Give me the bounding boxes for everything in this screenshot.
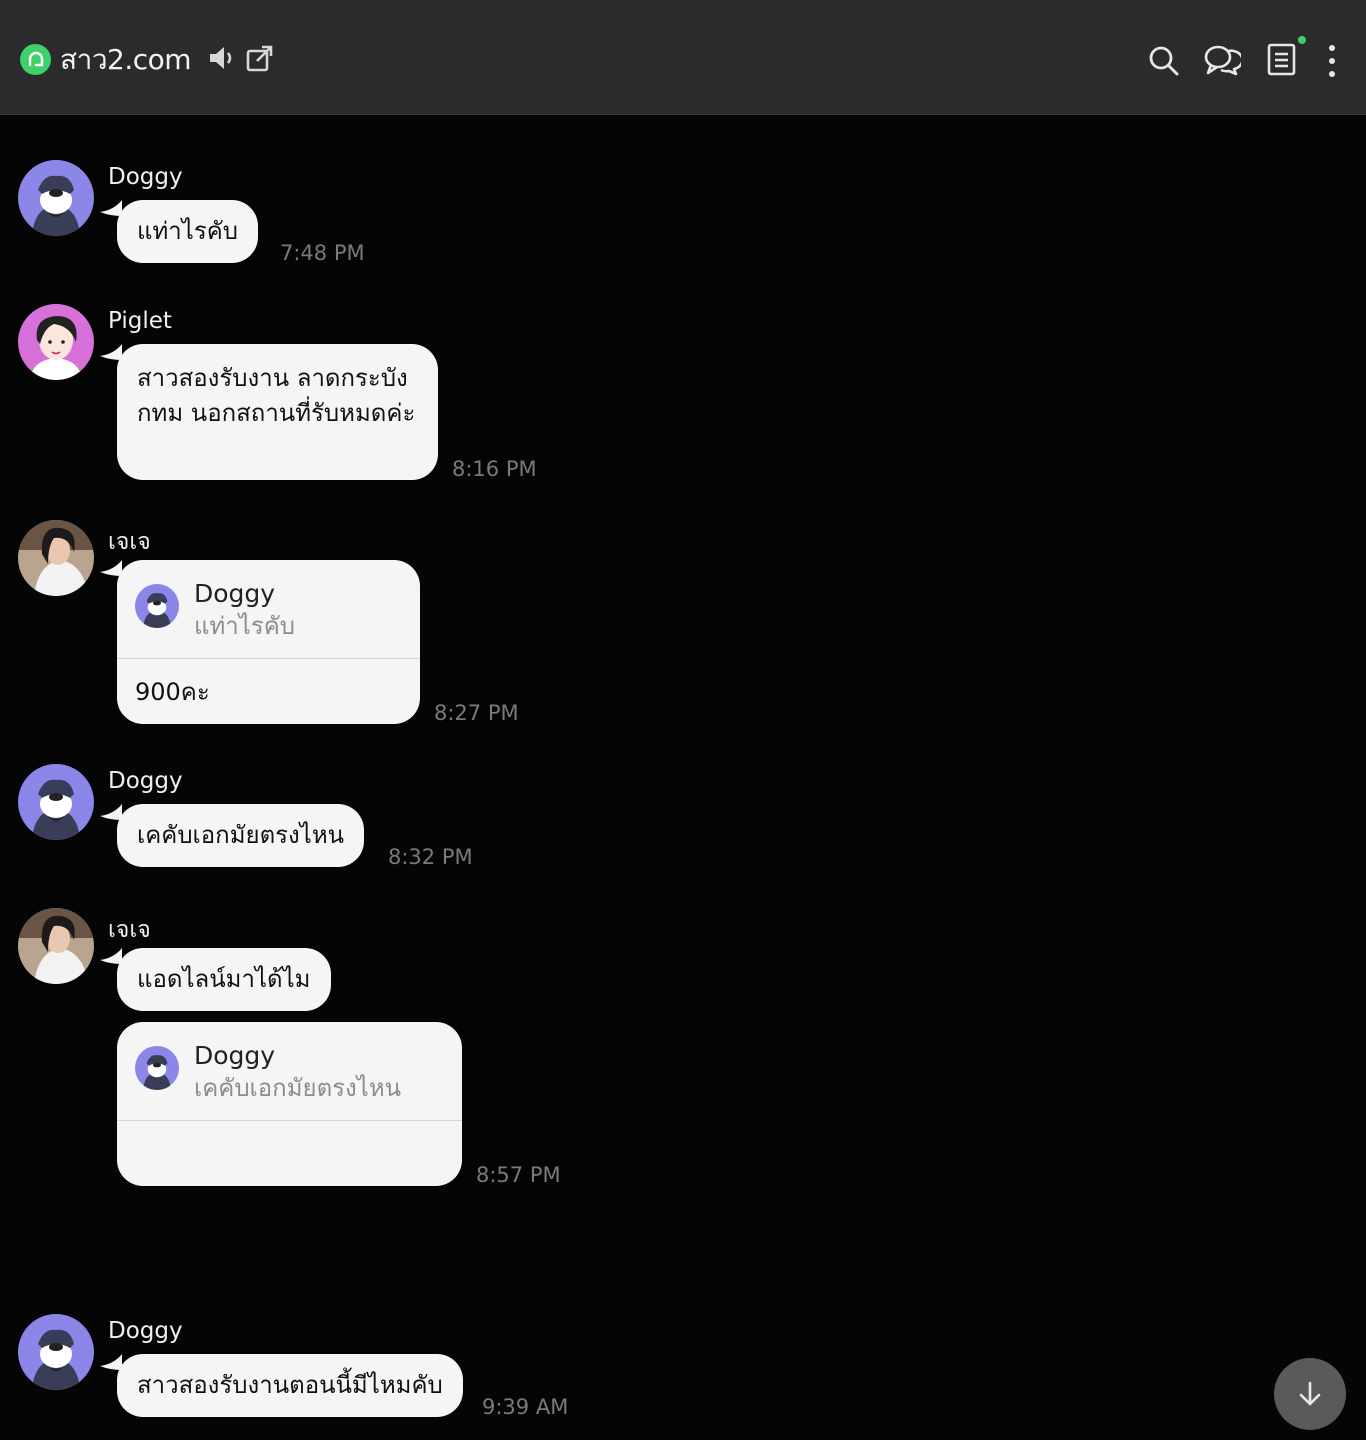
sender-name: เจเจ <box>108 917 151 943</box>
avatar[interactable] <box>18 520 94 596</box>
reply-bubble[interactable]: Doggy แท่าไรคับ 900คะ <box>117 560 420 724</box>
message-time: 8:27 PM <box>434 701 519 725</box>
quoted-text: แท่าไรคับ <box>194 612 296 640</box>
room-title[interactable]: สาว2.com <box>60 38 192 82</box>
chat-header: สาว2.com <box>0 0 1366 115</box>
sender-name: Doggy <box>108 1318 183 1344</box>
dog-avatar-icon <box>18 160 94 236</box>
dog-avatar-icon <box>18 764 94 840</box>
quoted-text: เคคับเอกมัยตรงไหน <box>194 1074 402 1102</box>
notes-icon[interactable] <box>1266 33 1306 81</box>
quoted-sender: Doggy <box>194 579 276 608</box>
avatar[interactable] <box>18 160 94 236</box>
mute-icon[interactable] <box>207 44 235 76</box>
avatar[interactable] <box>18 908 94 984</box>
avatar[interactable] <box>18 304 94 380</box>
scroll-to-bottom-button[interactable] <box>1274 1358 1346 1430</box>
photo-avatar-icon <box>18 520 94 596</box>
sender-name: Piglet <box>108 308 172 334</box>
message-text: 900คะ <box>135 678 210 706</box>
message-line: สาวสองรับงาน ลาดกระบัง <box>137 364 408 392</box>
quoted-message[interactable]: Doggy แท่าไรคับ <box>117 560 420 659</box>
message-bubble[interactable]: สาวสองรับงาน ลาดกระบัง กทม นอกสถานที่รับ… <box>117 344 438 480</box>
message-bubble[interactable]: แท่าไรคับ <box>117 200 259 263</box>
quoted-sender: Doggy <box>194 1041 276 1070</box>
more-icon[interactable] <box>1326 44 1338 82</box>
message-bubble[interactable]: เคคับเอกมัยตรงไหน <box>117 804 365 867</box>
sender-name: Doggy <box>108 164 183 190</box>
message-time: 8:16 PM <box>452 457 537 481</box>
avatar[interactable] <box>18 764 94 840</box>
photo-avatar-icon <box>18 908 94 984</box>
message-time: 8:32 PM <box>388 845 473 869</box>
reply-bubble[interactable]: Doggy เคคับเอกมัยตรงไหน <box>117 1022 462 1186</box>
sender-name: เจเจ <box>108 529 151 555</box>
quoted-message[interactable]: Doggy เคคับเอกมัยตรงไหน <box>117 1022 462 1121</box>
popout-icon[interactable] <box>245 43 275 77</box>
sender-name: Doggy <box>108 768 183 794</box>
quoted-avatar <box>135 1046 179 1090</box>
search-icon[interactable] <box>1148 45 1180 81</box>
girl-avatar-icon <box>18 304 94 380</box>
avatar[interactable] <box>18 1314 94 1390</box>
open-chat-logo-icon <box>20 44 51 75</box>
message-time: 8:57 PM <box>476 1163 561 1187</box>
chats-icon[interactable] <box>1203 43 1244 81</box>
arrow-down-icon <box>1299 1381 1321 1406</box>
dog-avatar-icon <box>18 1314 94 1390</box>
message-bubble[interactable]: สาวสองรับงานตอนนี้มีไหมคับ <box>117 1354 463 1417</box>
message-text <box>117 1121 462 1153</box>
message-time: 7:48 PM <box>280 241 365 265</box>
quoted-avatar <box>135 584 179 628</box>
message-bubble[interactable]: แอดไลน์มาได้ไม <box>117 948 331 1011</box>
message-time: 9:39 AM <box>482 1395 569 1419</box>
message-line: กทม นอกสถานที่รับหมดค่ะ <box>137 399 416 427</box>
